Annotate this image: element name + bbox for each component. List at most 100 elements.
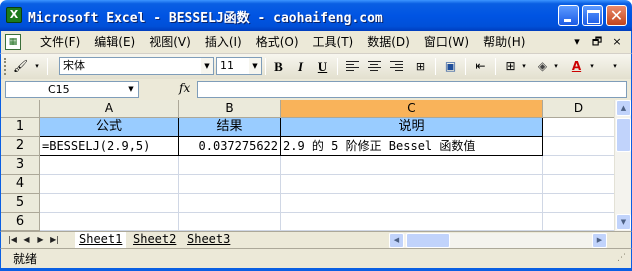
title-bar[interactable]: X Microsoft Excel - BESSELJ函数 - caohaife…	[0, 0, 632, 31]
cell-a2[interactable]: =BESSELJ(2.9,5)	[40, 137, 179, 156]
font-name-select[interactable]: 宋体 ▼	[59, 57, 214, 75]
scroll-up-icon[interactable]: ▲	[616, 100, 631, 116]
menu-help[interactable]: 帮助(H)	[476, 31, 532, 53]
cell-c6[interactable]	[281, 213, 543, 231]
row-header-3[interactable]: 3	[1, 156, 40, 175]
menu-data[interactable]: 数据(D)	[360, 31, 417, 53]
cell-b3[interactable]	[179, 156, 281, 175]
close-button[interactable]: ✕	[606, 5, 627, 26]
restore-document-button[interactable]: 🗗	[589, 34, 605, 50]
horizontal-scroll-thumb[interactable]	[406, 233, 450, 248]
chevron-down-icon[interactable]: ▼	[125, 82, 137, 97]
select-all-corner[interactable]	[1, 100, 40, 118]
column-header-a[interactable]: A	[40, 100, 179, 118]
insert-function-icon[interactable]: fx	[179, 81, 190, 95]
currency-icon[interactable]: ▣	[441, 57, 460, 76]
cell-d6[interactable]	[543, 213, 615, 231]
horizontal-scrollbar[interactable]: ◀ ▶	[389, 233, 607, 248]
first-sheet-icon[interactable]: |◀	[7, 234, 18, 246]
font-size-select[interactable]: 11 ▼	[216, 57, 262, 75]
cell-b1[interactable]: 结果	[179, 118, 281, 137]
borders-icon[interactable]: ⊞	[501, 57, 520, 76]
column-header-c[interactable]: C	[281, 100, 543, 118]
scroll-right-icon[interactable]: ▶	[592, 233, 607, 248]
cell-a4[interactable]	[40, 175, 179, 194]
minimize-button[interactable]	[558, 5, 579, 26]
formula-bar: C15 ▼ fx	[0, 79, 632, 100]
cell-d5[interactable]	[543, 194, 615, 213]
menu-window[interactable]: 窗口(W)	[417, 31, 476, 53]
cell-a1[interactable]: 公式	[40, 118, 179, 137]
sheet-tab-1[interactable]: Sheet1	[75, 232, 127, 248]
menu-bar: ▦ 文件(F) 编辑(E) 视图(V) 插入(I) 格式(O) 工具(T) 数据…	[0, 31, 632, 53]
scroll-down-icon[interactable]: ▼	[616, 214, 631, 230]
sheet-tab-3[interactable]: Sheet3	[183, 232, 234, 248]
cell-c1[interactable]: 说明	[281, 118, 543, 137]
cell-b5[interactable]	[179, 194, 281, 213]
excel-app-icon[interactable]: X	[6, 7, 22, 23]
toolbar-separator	[495, 58, 496, 75]
row-header-5[interactable]: 5	[1, 194, 40, 213]
cell-b6[interactable]	[179, 213, 281, 231]
align-right-button[interactable]	[387, 57, 406, 76]
maximize-button[interactable]	[582, 5, 603, 26]
decrease-indent-icon[interactable]: ⇤	[471, 57, 490, 76]
format-painter-icon[interactable]: 🖌	[11, 57, 30, 76]
cell-b2[interactable]: 0.037275622	[179, 137, 281, 156]
chevron-down-icon[interactable]: ▾	[519, 57, 529, 76]
row-header-4[interactable]: 4	[1, 175, 40, 194]
sheet-tab-2[interactable]: Sheet2	[129, 232, 180, 248]
align-center-button[interactable]	[365, 57, 384, 76]
cell-a6[interactable]	[40, 213, 179, 231]
vertical-scrollbar[interactable]: ▲ ▼	[614, 100, 631, 231]
cell-c3[interactable]	[281, 156, 543, 175]
fill-color-icon[interactable]: ◈	[533, 57, 552, 76]
toolbar-grip[interactable]	[4, 58, 7, 75]
worksheet-grid: A B C D 1 2 3 4 5 6 公式 结果 说明 =BESSELJ(2.…	[0, 100, 632, 231]
cell-b4[interactable]	[179, 175, 281, 194]
menu-tools[interactable]: 工具(T)	[306, 31, 361, 53]
menu-file[interactable]: 文件(F)	[33, 31, 87, 53]
menu-insert[interactable]: 插入(I)	[198, 31, 249, 53]
last-sheet-icon[interactable]: ▶|	[49, 234, 60, 246]
menu-format[interactable]: 格式(O)	[249, 31, 306, 53]
italic-button[interactable]: I	[291, 57, 310, 76]
cell-c4[interactable]	[281, 175, 543, 194]
close-document-button[interactable]: ×	[609, 34, 625, 50]
align-left-button[interactable]	[343, 57, 362, 76]
menu-view[interactable]: 视图(V)	[142, 31, 198, 53]
menu-edit[interactable]: 编辑(E)	[87, 31, 142, 53]
column-header-d[interactable]: D	[543, 100, 615, 118]
workbook-icon[interactable]: ▦	[5, 34, 21, 50]
cell-c5[interactable]	[281, 194, 543, 213]
font-color-icon[interactable]: A	[567, 57, 586, 76]
column-header-b[interactable]: B	[179, 100, 281, 118]
chevron-down-icon[interactable]: ▼	[201, 58, 213, 74]
cell-a3[interactable]	[40, 156, 179, 175]
cell-d4[interactable]	[543, 175, 615, 194]
cell-d3[interactable]	[543, 156, 615, 175]
vertical-scroll-thumb[interactable]	[616, 118, 631, 152]
row-header-6[interactable]: 6	[1, 213, 40, 231]
bold-button[interactable]: B	[269, 57, 288, 76]
cell-a5[interactable]	[40, 194, 179, 213]
row-header-2[interactable]: 2	[1, 137, 40, 156]
chevron-down-icon[interactable]: ▼	[249, 58, 261, 74]
underline-button[interactable]: U	[313, 57, 332, 76]
previous-sheet-icon[interactable]: ◀	[21, 234, 32, 246]
name-box[interactable]: C15 ▼	[5, 81, 139, 98]
scroll-left-icon[interactable]: ◀	[389, 233, 404, 248]
row-header-1[interactable]: 1	[1, 118, 40, 137]
next-sheet-icon[interactable]: ▶	[35, 234, 46, 246]
chevron-down-icon[interactable]: ▾	[551, 57, 561, 76]
toolbar-options-icon[interactable]: ▾	[609, 57, 621, 76]
merge-center-icon[interactable]: ⊞	[411, 57, 430, 76]
chevron-down-icon[interactable]: ▾	[587, 57, 597, 76]
help-dropdown-icon[interactable]: ▾	[569, 34, 585, 50]
cell-d2[interactable]	[543, 137, 615, 156]
resize-grip-icon[interactable]: ⋰	[617, 253, 629, 265]
cell-c2[interactable]: 2.9 的 5 阶修正 Bessel 函数值	[281, 137, 543, 156]
toolbar-options-icon[interactable]: ▾	[31, 57, 43, 76]
formula-input[interactable]	[197, 81, 627, 98]
cell-d1[interactable]	[543, 118, 615, 137]
